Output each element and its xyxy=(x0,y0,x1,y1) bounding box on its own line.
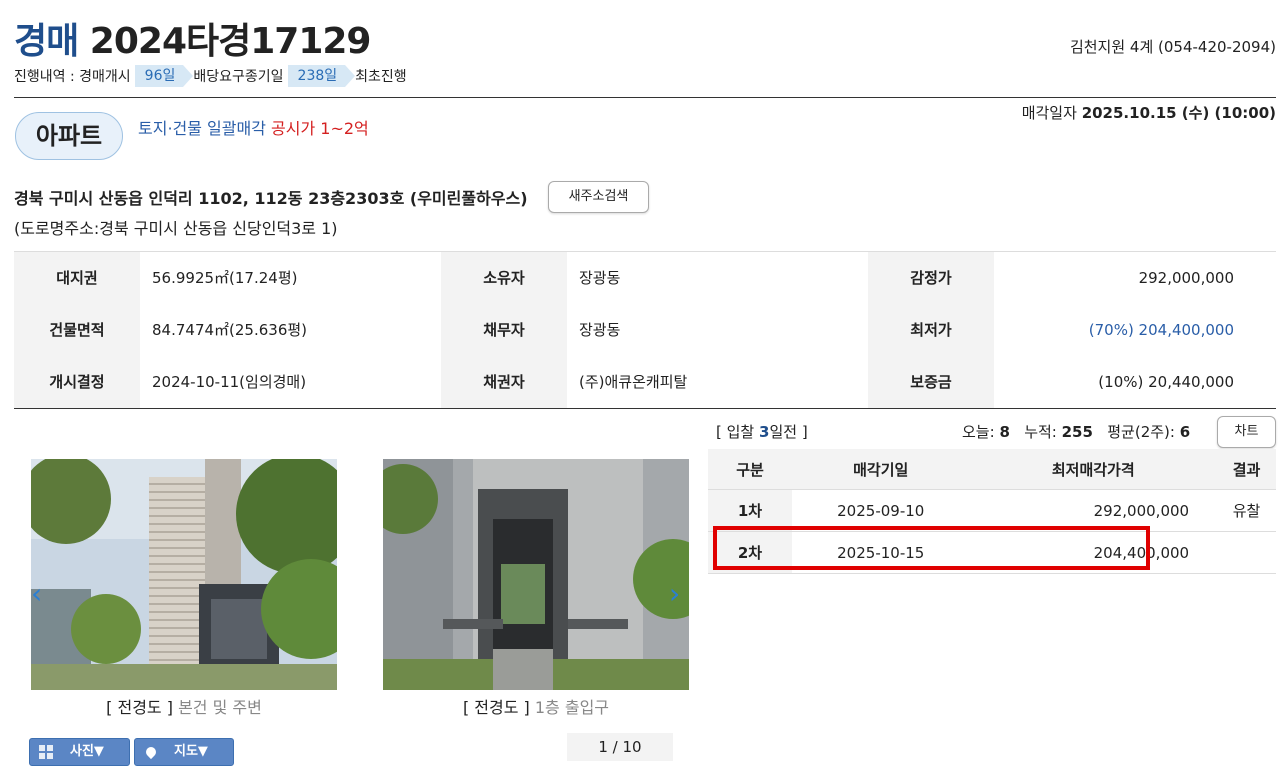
price-band: 공시가 1~2억 xyxy=(271,119,369,138)
avg-label: 평균(2주): xyxy=(1107,423,1175,441)
court-info: 김천지원 4계 (054-420-2094) xyxy=(1069,38,1276,56)
avg-count: 6 xyxy=(1179,423,1191,441)
auction-kind: 경매 xyxy=(14,21,79,62)
info-value: 장광동 xyxy=(579,321,621,339)
photo-desc: 1층 출입구 xyxy=(534,698,610,717)
progress-step-name: 최초진행 xyxy=(355,69,407,85)
info-row: 개시결정 2024-10-11(임의경매) 채권자 (주)애큐온캐피탈 보증금 … xyxy=(14,356,1276,408)
bid-days: 3 xyxy=(759,423,770,441)
case-title: 경매 2024타경17129 xyxy=(14,12,372,64)
current-round-highlight xyxy=(713,526,1150,570)
column-header: 구분 xyxy=(708,449,792,490)
progress-step-days: 238일 xyxy=(287,65,355,87)
table-header-row: 구분 매각기일 최저매각가격 결과 xyxy=(708,449,1276,490)
view-stats: 오늘: 8 누적: 255 평균(2주): 6 xyxy=(962,421,1190,442)
result-cell xyxy=(1217,531,1276,574)
grid-icon xyxy=(39,745,53,759)
photo-desc: 본건 및 주변 xyxy=(178,698,262,717)
map-button[interactable]: 지도▼ xyxy=(134,738,234,766)
next-arrow-icon[interactable]: › xyxy=(669,577,680,610)
photo-tag: [ 전경도 ] xyxy=(106,698,173,717)
progress-step-days: 96일 xyxy=(134,65,194,87)
today-label: 오늘: xyxy=(962,423,995,441)
info-label: 건물면적 xyxy=(14,304,140,356)
column-header: 결과 xyxy=(1217,449,1276,490)
info-label: 채무자 xyxy=(441,304,567,356)
property-type-badge: 아파트 xyxy=(15,112,123,160)
sale-date-value: 2025.10.15 (수) (10:00) xyxy=(1081,104,1276,122)
info-row: 건물면적 84.7474㎡(25.636평) 채무자 장광동 최저가 (70%)… xyxy=(14,304,1276,356)
property-address: 경북 구미시 산동읍 인덕리 1102, 112동 23층2303호 (우미린풀… xyxy=(14,189,528,208)
prev-arrow-icon[interactable]: ‹ xyxy=(31,577,42,610)
info-label: 대지권 xyxy=(14,252,140,304)
info-value: 56.9925㎡(17.24평) xyxy=(152,269,298,287)
info-label: 개시결정 xyxy=(14,356,140,408)
result-cell: 유찰 xyxy=(1217,489,1276,532)
sale-type: 토지·건물 일괄매각 공시가 1~2억 xyxy=(138,115,369,139)
info-value: 84.7474㎡(25.636평) xyxy=(152,321,308,339)
info-label: 최저가 xyxy=(868,304,994,356)
progress-history: 진행내역 : 경매개시 96일 배당요구종기일 238일 최초진행 xyxy=(14,64,407,88)
sale-date: 매각일자 2025.10.15 (수) (10:00) xyxy=(1022,102,1276,123)
photo-caption: [ 전경도 ] 본건 및 주변 xyxy=(31,694,337,718)
case-number: 2024타경17129 xyxy=(89,21,372,62)
total-count: 255 xyxy=(1061,423,1093,441)
info-value: 292,000,000 xyxy=(1138,269,1234,287)
info-value: (주)애큐온캐피탈 xyxy=(579,373,688,391)
photo-button[interactable]: 사진▼ xyxy=(29,738,130,766)
info-value: 2024-10-11(임의경매) xyxy=(152,373,307,391)
photo-button-label: 사진▼ xyxy=(70,744,104,759)
photo-caption: [ 전경도 ] 1층 출입구 xyxy=(383,694,689,718)
info-row: 대지권 56.9925㎡(17.24평) 소유자 장광동 감정가 292,000… xyxy=(14,252,1276,304)
info-value: (10%) 20,440,000 xyxy=(1098,373,1234,391)
map-button-label: 지도▼ xyxy=(174,744,208,759)
info-value: (70%) 204,400,000 xyxy=(1088,321,1234,339)
divider xyxy=(14,97,1276,98)
road-address: (도로명주소:경북 구미시 산동읍 신당인덕3로 1) xyxy=(14,219,338,238)
location-pin-icon xyxy=(143,744,159,760)
photo-tag: [ 전경도 ] xyxy=(462,698,530,717)
info-label: 소유자 xyxy=(441,252,567,304)
entrance-photo[interactable]: › xyxy=(383,459,689,690)
sale-date-label: 매각일자 xyxy=(1021,104,1077,122)
column-header: 최저매각가격 xyxy=(969,449,1218,490)
today-count: 8 xyxy=(999,423,1010,441)
property-info-table: 대지권 56.9925㎡(17.24평) 소유자 장광동 감정가 292,000… xyxy=(14,251,1276,409)
sale-type-text: 토지·건물 일괄매각 xyxy=(138,119,266,138)
info-label: 보증금 xyxy=(868,356,994,408)
bid-prefix: [ 입찰 xyxy=(716,423,755,441)
progress-step-name: 경매개시 xyxy=(79,69,131,85)
info-value: 장광동 xyxy=(579,269,621,287)
new-address-search-button[interactable]: 새주소검색 xyxy=(548,181,649,213)
progress-step-name: 배당요구종기일 xyxy=(193,69,284,85)
info-label: 감정가 xyxy=(868,252,994,304)
progress-label: 진행내역 : xyxy=(14,69,75,85)
total-label: 누적: xyxy=(1024,423,1057,441)
info-label: 채권자 xyxy=(441,356,567,408)
chart-button[interactable]: 차트 xyxy=(1217,416,1276,448)
exterior-photo[interactable]: ‹ xyxy=(31,459,337,690)
photo-pager: 1 / 10 xyxy=(567,733,673,761)
bid-suffix: 일전 ] xyxy=(769,423,808,441)
bid-countdown: [ 입찰 3일전 ] xyxy=(716,421,808,442)
column-header: 매각기일 xyxy=(792,449,970,490)
